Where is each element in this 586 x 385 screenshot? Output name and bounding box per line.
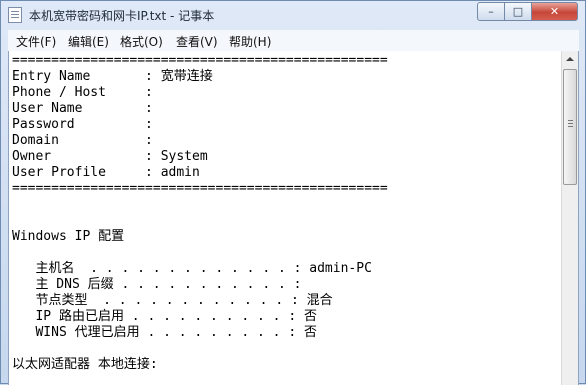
text-editor[interactable]: ========================================… [8,51,579,385]
close-button[interactable]: ✕ [531,2,578,21]
text-line [12,213,552,229]
menu-format[interactable]: 格式(O) [120,33,163,50]
scroll-grip-icon [568,120,573,121]
scroll-thumb[interactable] [563,69,577,185]
text-line: Owner : System [12,149,208,164]
text-line: 节点类型 . . . . . . . . . . . . : 混合 [12,293,333,308]
minimize-button[interactable]: – [477,2,505,21]
menu-help[interactable]: 帮助(H) [229,33,271,50]
menu-view[interactable]: 查看(V) [176,33,218,50]
document-text[interactable]: ========================================… [12,53,552,373]
text-line [12,341,552,357]
text-line: Phone / Host : [12,85,153,100]
text-line: WINS 代理已启用 . . . . . . . . . : 否 [12,325,317,340]
text-line [12,197,552,213]
text-line: User Profile : admin [12,165,200,180]
text-line: IP 路由已启用 . . . . . . . . . . : 否 [12,309,317,324]
title-bar[interactable]: 本机宽带密码和网卡IP.txt - 记事本 – □ ✕ [1,1,585,29]
window-title: 本机宽带密码和网卡IP.txt - 记事本 [29,9,215,23]
text-line: Domain : [12,133,153,148]
text-line: 主机名 . . . . . . . . . . . . . : admin-PC [12,261,372,276]
menu-edit[interactable]: 编辑(E) [68,33,109,50]
text-line: Entry Name : 宽带连接 [12,69,213,84]
text-line: 主 DNS 后缀 . . . . . . . . . . . : [12,277,302,292]
text-line: ========================================… [12,181,388,196]
text-line: User Name : [12,101,153,116]
text-line [12,245,552,261]
text-line: 以太网适配器 本地连接: [12,357,158,372]
vertical-scrollbar[interactable] [561,51,578,385]
text-line: Windows IP 配置 [12,229,125,244]
notepad-window: 本机宽带密码和网卡IP.txt - 记事本 – □ ✕ 文件(F) 编辑(E) … [0,0,586,385]
menu-file[interactable]: 文件(F) [16,33,56,50]
text-line: Password : [12,117,153,132]
text-line: ========================================… [12,53,388,68]
notepad-icon [8,7,22,23]
maximize-button[interactable]: □ [504,2,532,21]
scroll-up-arrow-icon[interactable] [562,51,578,68]
menu-bar: 文件(F) 编辑(E) 格式(O) 查看(V) 帮助(H) [8,30,579,52]
